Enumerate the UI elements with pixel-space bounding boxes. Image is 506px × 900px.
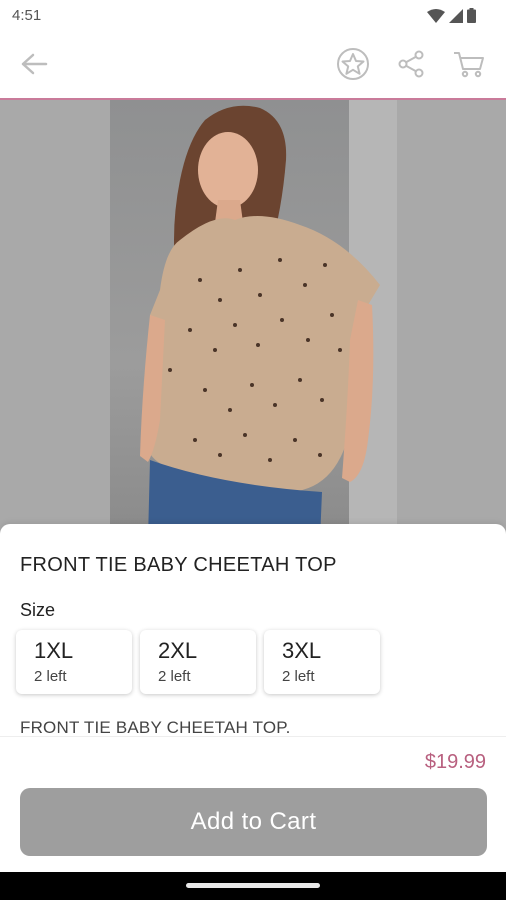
- status-bar: 4:51: [0, 0, 506, 32]
- share-icon: [397, 50, 425, 83]
- app-bar: [0, 32, 506, 100]
- status-icons: [427, 8, 476, 28]
- size-label: Size: [20, 600, 56, 620]
- add-to-cart-button[interactable]: Add to Cart: [20, 788, 487, 856]
- system-navigation-bar: [0, 872, 506, 900]
- size-options: 1XL 2 left 2XL 2 left 3XL 2 left: [16, 630, 380, 694]
- wifi-icon: [427, 8, 445, 28]
- product-info-sheet: FRONT TIE BABY CHEETAH TOP Size 1XL 2 le…: [0, 524, 506, 737]
- model-illustration: [140, 105, 380, 540]
- back-button[interactable]: [16, 48, 52, 84]
- star-icon: [336, 47, 370, 85]
- product-photo: [110, 100, 397, 540]
- size-option-2xl[interactable]: 2XL 2 left: [140, 630, 256, 694]
- share-button[interactable]: [393, 48, 429, 84]
- size-stock: 2 left: [34, 668, 67, 685]
- size-option-3xl[interactable]: 3XL 2 left: [264, 630, 380, 694]
- size-option-1xl[interactable]: 1XL 2 left: [16, 630, 132, 694]
- size-stock: 2 left: [282, 668, 315, 685]
- back-arrow-icon: [19, 52, 49, 81]
- cart-button[interactable]: [451, 48, 487, 84]
- home-gesture-handle[interactable]: [186, 883, 320, 888]
- product-description: FRONT TIE BABY CHEETAH TOP.: [20, 718, 291, 737]
- size-stock: 2 left: [158, 668, 191, 685]
- size-name: 2XL: [158, 638, 198, 663]
- size-name: 3XL: [282, 638, 322, 663]
- purchase-footer: $19.99 Add to Cart: [0, 736, 506, 872]
- size-name: 1XL: [34, 638, 74, 663]
- status-time: 4:51: [12, 7, 42, 24]
- product-title: FRONT TIE BABY CHEETAH TOP: [20, 554, 337, 576]
- favorite-button[interactable]: [335, 47, 371, 85]
- cart-icon: [453, 50, 485, 83]
- product-price: $19.99: [424, 751, 486, 773]
- product-image-area[interactable]: [0, 100, 506, 540]
- battery-icon: [467, 8, 476, 28]
- signal-icon: [449, 8, 463, 28]
